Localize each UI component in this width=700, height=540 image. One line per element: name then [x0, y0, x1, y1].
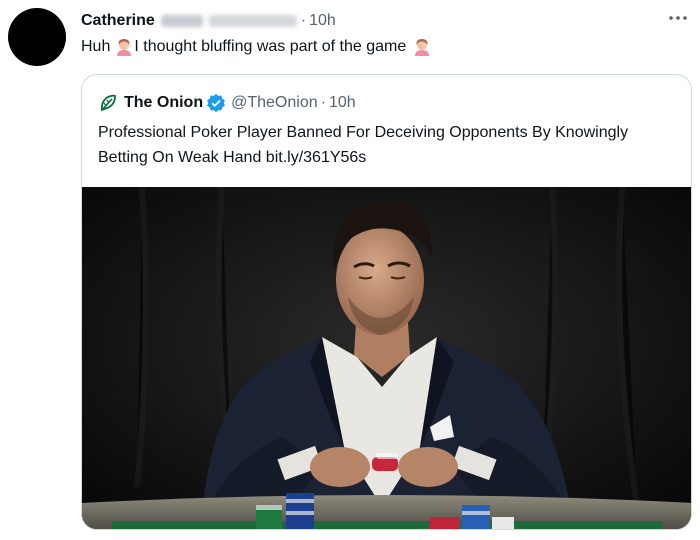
onion-leaf-logo-icon — [100, 94, 116, 112]
redacted-surname — [160, 15, 203, 27]
tweet-text: Huh I thought bluffing was part of the g… — [81, 36, 432, 58]
separator-dot: · — [320, 94, 326, 111]
more-options-icon[interactable] — [666, 8, 690, 28]
avatar[interactable] — [8, 8, 66, 66]
tweet[interactable]: Catherine · 10h Huh I thought bluffing w… — [0, 0, 700, 540]
quoted-tweet-photo[interactable] — [82, 187, 692, 530]
quoted-tweet-text: Professional Poker Player Banned For Dec… — [98, 124, 629, 166]
quoted-handle[interactable]: @TheOnion — [231, 94, 318, 112]
facepalm-emoji-icon — [117, 39, 132, 56]
redacted-handle — [208, 15, 297, 27]
facepalm-emoji-icon — [415, 39, 430, 56]
tweet-timestamp[interactable]: 10h — [309, 12, 336, 30]
quoted-display-name[interactable]: The Onion — [124, 94, 203, 112]
quoted-tweet-header: The Onion @TheOnion · 10h — [98, 92, 356, 114]
display-name[interactable]: Catherine — [81, 12, 155, 30]
quoted-tweet-card[interactable]: The Onion @TheOnion · 10h Professional P… — [81, 74, 692, 530]
separator-dot: · — [300, 12, 307, 29]
tweet-text-part2: I thought bluffing was part of the game — [134, 38, 407, 55]
verified-badge-icon — [207, 93, 226, 113]
tweet-text-part1: Huh — [81, 38, 111, 55]
tweet-header: Catherine · 10h — [81, 10, 336, 32]
quoted-timestamp[interactable]: 10h — [329, 94, 356, 112]
